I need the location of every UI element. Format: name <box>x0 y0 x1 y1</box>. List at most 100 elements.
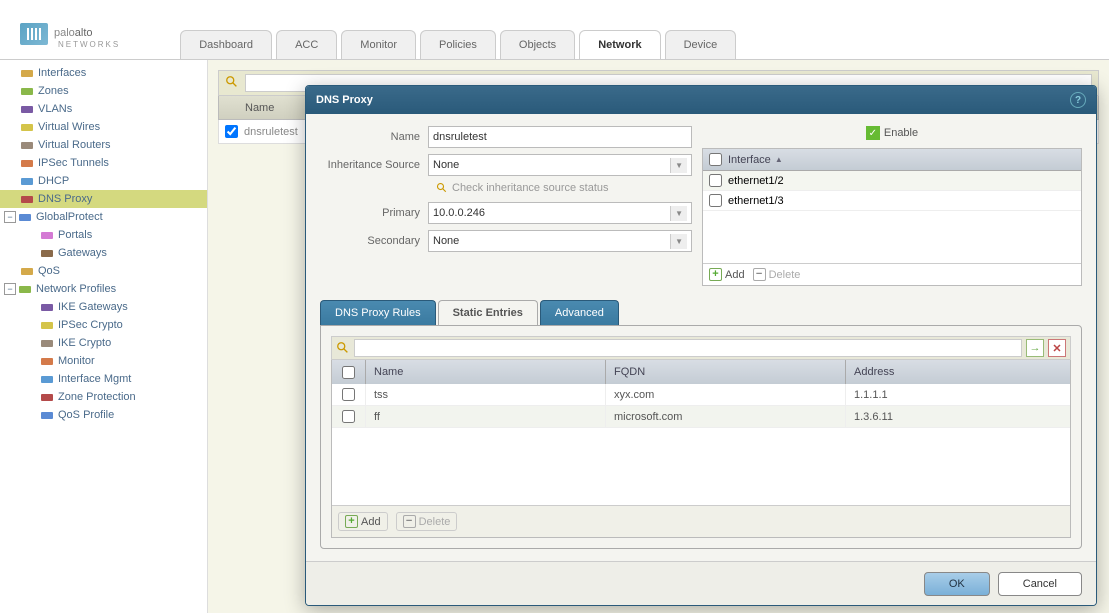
nav-icon <box>20 121 34 133</box>
clear-filter-button[interactable]: ✕ <box>1048 339 1066 357</box>
entries-row-checkbox[interactable] <box>342 388 355 401</box>
entries-row[interactable]: tssxyx.com1.1.1.1 <box>332 384 1070 406</box>
logo-subtext: NETWORKS <box>58 40 120 49</box>
entries-add-button[interactable]: +Add <box>338 512 388 531</box>
nav-icon <box>40 301 54 313</box>
modal-title: DNS Proxy <box>316 94 373 106</box>
nav-icon <box>20 265 34 277</box>
entries-toolbar: → ✕ <box>331 336 1071 360</box>
grid-row-checkbox[interactable] <box>225 125 238 138</box>
sidebar-item-zones[interactable]: Zones <box>0 82 207 100</box>
sidebar-item-virtual-routers[interactable]: Virtual Routers <box>0 136 207 154</box>
sidebar-item-label: Monitor <box>58 355 95 367</box>
check-status-link[interactable]: Check inheritance source status <box>320 182 692 194</box>
sub-tab-advanced[interactable]: Advanced <box>540 300 619 325</box>
nav-icon <box>20 139 34 151</box>
interface-header[interactable]: Interface▲ <box>703 149 1081 171</box>
secondary-label: Secondary <box>320 235 428 247</box>
form-left: Name Inheritance Source None Check inher… <box>320 126 692 286</box>
sidebar-item-label: Interfaces <box>38 67 86 79</box>
name-input[interactable] <box>428 126 692 148</box>
entries-search-input[interactable] <box>354 339 1022 357</box>
search-icon[interactable] <box>225 75 241 91</box>
interface-row[interactable]: ethernet1/2 <box>703 171 1081 191</box>
search-icon[interactable] <box>336 341 350 355</box>
interface-row[interactable]: ethernet1/3 <box>703 191 1081 211</box>
form-right: ✓ Enable Interface▲ ethernet1/2ethernet1… <box>702 126 1082 286</box>
main-tab-network[interactable]: Network <box>579 30 660 59</box>
sidebar-item-portals[interactable]: Portals <box>0 226 207 244</box>
sidebar-item-ipsec-crypto[interactable]: IPSec Crypto <box>0 316 207 334</box>
grid-col-name[interactable]: Name <box>245 102 274 114</box>
entry-fqdn: xyx.com <box>606 384 846 405</box>
entries-row[interactable]: ffmicrosoft.com1.3.6.11 <box>332 406 1070 428</box>
entries-delete-button[interactable]: −Delete <box>396 512 458 531</box>
entries-panel: → ✕ Name FQDN Address tssxyx.com1.1.1.1f… <box>320 325 1082 549</box>
nav-icon <box>20 157 34 169</box>
interface-row-checkbox[interactable] <box>709 174 722 187</box>
ok-button[interactable]: OK <box>924 572 990 596</box>
entries-select-all[interactable] <box>342 366 355 379</box>
main-tab-dashboard[interactable]: Dashboard <box>180 30 272 59</box>
col-address[interactable]: Address <box>846 360 1070 384</box>
main-tab-device[interactable]: Device <box>665 30 737 59</box>
minus-icon: − <box>753 268 766 281</box>
nav-icon <box>20 175 34 187</box>
sidebar-item-ipsec-tunnels[interactable]: IPSec Tunnels <box>0 154 207 172</box>
nav-icon <box>18 283 32 295</box>
help-icon[interactable]: ? <box>1070 92 1086 108</box>
inherit-select[interactable]: None <box>428 154 692 176</box>
sidebar-item-interfaces[interactable]: Interfaces <box>0 64 207 82</box>
brand-logo: paloalto NETWORKS <box>20 19 120 49</box>
sidebar-item-gateways[interactable]: Gateways <box>0 244 207 262</box>
interface-add-button[interactable]: +Add <box>709 268 745 281</box>
sidebar-item-monitor[interactable]: Monitor <box>0 352 207 370</box>
col-fqdn[interactable]: FQDN <box>606 360 846 384</box>
tree-toggle-icon[interactable]: − <box>4 211 16 223</box>
entry-name: ff <box>366 406 606 427</box>
enable-checkbox[interactable]: ✓ <box>866 126 880 140</box>
main-tab-monitor[interactable]: Monitor <box>341 30 416 59</box>
plus-icon: + <box>709 268 722 281</box>
sub-tabs: DNS Proxy RulesStatic EntriesAdvanced <box>320 300 1082 325</box>
sidebar-item-globalprotect[interactable]: −GlobalProtect <box>0 208 207 226</box>
entries-row-checkbox[interactable] <box>342 410 355 423</box>
sidebar-item-label: QoS Profile <box>58 409 114 421</box>
interface-delete-button[interactable]: −Delete <box>753 268 801 281</box>
sidebar-item-qos[interactable]: QoS <box>0 262 207 280</box>
interface-name: ethernet1/2 <box>728 175 784 187</box>
primary-select[interactable]: 10.0.0.246 <box>428 202 692 224</box>
main-tab-objects[interactable]: Objects <box>500 30 575 59</box>
entries-table: Name FQDN Address tssxyx.com1.1.1.1ffmic… <box>331 360 1071 538</box>
sub-tab-dns-proxy-rules[interactable]: DNS Proxy Rules <box>320 300 436 325</box>
sidebar-item-ike-crypto[interactable]: IKE Crypto <box>0 334 207 352</box>
sidebar-item-label: Network Profiles <box>36 283 116 295</box>
sidebar-item-zone-protection[interactable]: Zone Protection <box>0 388 207 406</box>
modal-header[interactable]: DNS Proxy ? <box>306 86 1096 114</box>
sidebar-item-label: QoS <box>38 265 60 277</box>
main-tab-policies[interactable]: Policies <box>420 30 496 59</box>
cancel-button[interactable]: Cancel <box>998 572 1082 596</box>
nav-icon <box>40 247 54 259</box>
interface-select-all[interactable] <box>709 153 722 166</box>
sidebar-item-qos-profile[interactable]: QoS Profile <box>0 406 207 424</box>
interface-row-checkbox[interactable] <box>709 194 722 207</box>
interface-name: ethernet1/3 <box>728 195 784 207</box>
sidebar-item-interface-mgmt[interactable]: Interface Mgmt <box>0 370 207 388</box>
sidebar-item-dns-proxy[interactable]: DNS Proxy <box>0 190 207 208</box>
modal-footer: OK Cancel <box>306 561 1096 605</box>
sidebar-item-network-profiles[interactable]: − Network Profiles <box>0 280 207 298</box>
sidebar-item-dhcp[interactable]: DHCP <box>0 172 207 190</box>
nav-icon <box>40 391 54 403</box>
sidebar-item-vlans[interactable]: VLANs <box>0 100 207 118</box>
logo-text: paloalto <box>54 19 120 42</box>
sidebar-item-virtual-wires[interactable]: Virtual Wires <box>0 118 207 136</box>
sub-tab-static-entries[interactable]: Static Entries <box>438 300 538 325</box>
tree-toggle-icon[interactable]: − <box>4 283 16 295</box>
col-name[interactable]: Name <box>366 360 606 384</box>
sidebar-item-ike-gateways[interactable]: IKE Gateways <box>0 298 207 316</box>
main-tab-acc[interactable]: ACC <box>276 30 337 59</box>
sidebar-item-label: Virtual Wires <box>38 121 100 133</box>
secondary-select[interactable]: None <box>428 230 692 252</box>
apply-filter-button[interactable]: → <box>1026 339 1044 357</box>
